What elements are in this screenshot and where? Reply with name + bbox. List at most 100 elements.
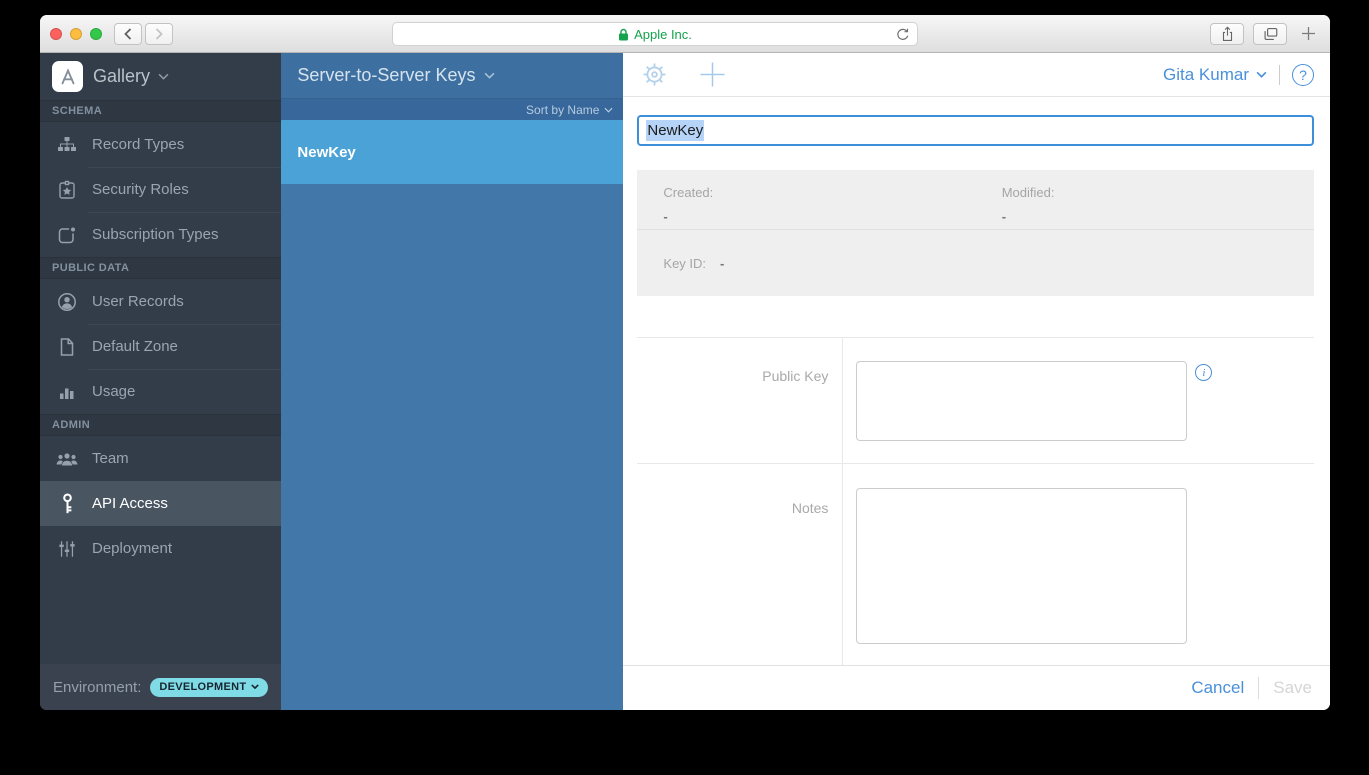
environment-footer: Environment: DEVELOPMENT: [40, 664, 282, 710]
section-title-admin: ADMIN: [40, 414, 282, 436]
close-window-button[interactable]: [50, 27, 62, 40]
sidebar-item-label: Team: [92, 450, 129, 467]
environment-value: DEVELOPMENT: [159, 680, 247, 693]
chevron-down-icon: [251, 684, 260, 689]
created-field: Created: -: [637, 170, 975, 229]
public-key-label: Public Key: [637, 338, 844, 463]
zoom-window-button[interactable]: [90, 27, 102, 40]
show-tabs-button[interactable]: [1253, 22, 1287, 45]
key-item-name: NewKey: [297, 143, 356, 161]
user-records-icon: [54, 291, 80, 313]
help-button[interactable]: [1292, 63, 1314, 86]
sidebar-item-label: Default Zone: [92, 338, 178, 355]
sort-menu[interactable]: Sort by Name: [281, 98, 624, 120]
sidebar-item-label: Record Types: [92, 136, 185, 153]
team-icon: [54, 450, 80, 468]
chevron-down-icon: [604, 107, 613, 113]
browser-titlebar: Apple Inc.: [40, 15, 1330, 53]
toolbar-divider: [1279, 64, 1280, 85]
plus-icon: [1301, 27, 1315, 40]
sidebar-item-label: Security Roles: [92, 181, 189, 198]
save-button[interactable]: Save: [1273, 678, 1312, 698]
minimize-window-button[interactable]: [70, 27, 82, 40]
key-icon: [54, 493, 80, 515]
default-zone-icon: [54, 336, 80, 358]
sidebar-item-security-roles[interactable]: Security Roles: [40, 167, 282, 212]
share-icon: [1221, 26, 1234, 42]
notes-field-area: [843, 464, 1314, 665]
desktop-background: Apple Inc. Gallery SCHEMA Record Types S…: [0, 0, 1369, 775]
environment-label: Environment:: [53, 678, 142, 696]
user-name: Gita Kumar: [1163, 64, 1249, 84]
sidebar-item-label: Deployment: [92, 540, 173, 557]
safari-window: Apple Inc. Gallery SCHEMA Record Types S…: [40, 15, 1330, 710]
public-key-textarea[interactable]: [856, 361, 1188, 441]
plus-icon: [699, 61, 726, 88]
public-key-row: Public Key: [637, 337, 1314, 463]
window-controls: [50, 27, 102, 40]
lock-icon: [618, 28, 629, 41]
sidebar-item-team[interactable]: Team: [40, 436, 281, 481]
address-text: Apple Inc.: [634, 26, 692, 42]
sidebar-item-deployment[interactable]: Deployment: [40, 526, 281, 571]
usage-icon: [54, 381, 80, 403]
key-id-value: -: [720, 255, 725, 271]
chevron-down-icon: [484, 72, 495, 79]
sidebar-item-subscription-types[interactable]: Subscription Types: [40, 212, 282, 257]
key-list-item-selected[interactable]: NewKey: [281, 120, 624, 184]
created-value: -: [663, 209, 668, 224]
notes-row: Notes: [637, 463, 1314, 665]
detail-toolbar: Gita Kumar: [623, 53, 1330, 97]
modified-value: -: [1001, 209, 1007, 224]
detail-footer: Cancel Save: [623, 665, 1330, 710]
user-account-menu[interactable]: Gita Kumar: [1163, 65, 1267, 85]
key-metadata-panel: Created: - Modified: - Key ID: -: [637, 170, 1314, 296]
gear-icon: [641, 61, 668, 88]
notes-textarea[interactable]: [856, 488, 1188, 644]
cancel-button[interactable]: Cancel: [1191, 678, 1244, 698]
info-icon[interactable]: [1195, 364, 1213, 381]
sidebar-item-user-records[interactable]: User Records: [40, 279, 281, 324]
sidebar-item-record-types[interactable]: Record Types: [40, 122, 281, 167]
address-bar[interactable]: Apple Inc.: [392, 22, 918, 46]
sort-label: Sort by Name: [526, 102, 600, 117]
key-form: Public Key Notes: [637, 337, 1314, 665]
settings-button[interactable]: [641, 61, 668, 88]
sidebar-item-usage[interactable]: Usage: [40, 369, 282, 414]
new-tab-button[interactable]: [1296, 22, 1320, 46]
cloudkit-app-icon: [52, 61, 83, 92]
sliders-icon: [54, 539, 80, 559]
subscription-types-icon: [54, 224, 80, 246]
notes-label: Notes: [637, 464, 844, 665]
chevron-right-icon: [155, 27, 163, 40]
browser-back-button[interactable]: [114, 22, 142, 45]
environment-selector[interactable]: DEVELOPMENT: [150, 677, 269, 697]
sidebar-item-label: User Records: [92, 293, 184, 310]
key-detail-panel: Gita Kumar NewKey: [623, 53, 1330, 710]
selected-text: NewKey: [646, 120, 705, 141]
created-label: Created:: [663, 185, 714, 200]
record-types-icon: [54, 134, 80, 156]
security-roles-icon: [54, 179, 80, 201]
chevron-down-icon: [158, 73, 169, 80]
key-id-row: Key ID: -: [637, 230, 1314, 296]
app-menu-label: Gallery: [93, 66, 169, 87]
footer-divider: [1258, 677, 1260, 699]
chevron-left-icon: [124, 27, 132, 40]
key-editor-body: NewKey Created: - Modified: - Key ID: - …: [623, 97, 1330, 665]
cloudkit-dashboard: Gallery SCHEMA Record Types Security Rol…: [40, 53, 1330, 710]
app-menu[interactable]: Gallery: [40, 53, 281, 100]
metadata-dates-row: Created: - Modified: -: [637, 170, 1314, 230]
browser-forward-button[interactable]: [145, 22, 173, 45]
sidebar-item-label: Subscription Types: [92, 226, 219, 243]
section-title-schema: SCHEMA: [40, 100, 282, 122]
keys-list-panel: Server-to-Server Keys Sort by Name NewKe…: [281, 53, 624, 710]
add-key-button[interactable]: [699, 61, 726, 88]
share-button[interactable]: [1210, 22, 1244, 45]
keys-type-menu[interactable]: Server-to-Server Keys: [281, 53, 624, 98]
key-name-input[interactable]: NewKey: [637, 115, 1314, 146]
sidebar-item-api-access[interactable]: API Access: [40, 481, 282, 526]
reload-icon[interactable]: [896, 27, 910, 42]
sidebar-item-default-zone[interactable]: Default Zone: [40, 324, 282, 369]
